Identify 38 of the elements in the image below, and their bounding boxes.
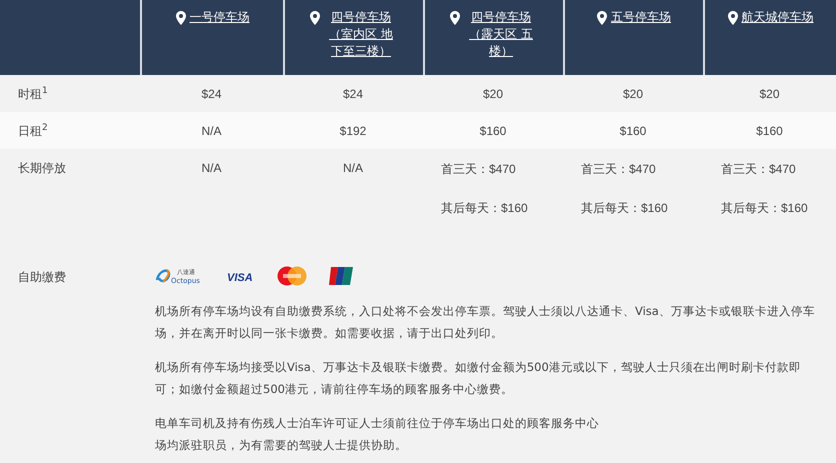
location-pin-icon [728,11,738,25]
price-text: N/A [342,161,363,175]
location-pin-icon [597,11,607,25]
row-label: 时租$^{1}$ [17,85,49,103]
unionpay-logo [329,266,353,286]
info-paragraph: 机场所有停车场均接受以Visa、万事达卡及银联卡缴费。如缴付金额为500港元或以下，驾驶人士只须在出闸时刷卡付款即可；如缴付金额超过500港元，请前往停车场的顾客服务中心缴费。 [155,359,802,398]
car-park-link[interactable]: 四号停车场（室内区 地下至三楼） [324,9,398,60]
car-park-link[interactable]: 一号停车场 [190,9,250,26]
price-text: 其后每天：$160 [721,200,808,217]
price-text: $160 [620,124,646,138]
price-text: $160 [756,124,783,138]
price-text: 其后每天：$160 [581,200,668,217]
row-label: 长期停放 [17,160,67,177]
price-text: $160 [480,124,506,138]
car-park-link[interactable]: 航天城停车场 [742,9,814,26]
price-text: 首三天：$470 [441,161,516,178]
location-pin-icon [176,11,186,25]
info-paragraph: 机场所有停车场均设有自助缴费系统，入口处将不会发出停车票。驾驶人士须以八达通卡、Visa、万事达卡或银联卡进入停车场，并在离开时以同一张卡缴费。如需要收据，请于出口处列印。 [155,303,815,342]
car-park-link[interactable]: 四号停车场（露天区 五楼） [464,9,538,60]
price-text: $192 [340,124,366,138]
location-pin-icon [450,11,460,25]
price-text: N/A [201,161,222,175]
mastercard-logo [277,266,307,286]
price-text: $20 [622,87,644,101]
price-text: $24 [342,87,364,101]
price-text: 其后每天：$160 [441,200,528,217]
info-paragraph: 电单车司机及持有伤残人士泊车许可证人士须前往位于停车场出口处的顾客服务中心 场均派驻职员，为有需要的驾驶人士提供协助。 [155,415,600,454]
row-label: 自助缴费 [17,269,67,286]
price-text: N/A [201,124,222,138]
price-text: 首三天：$470 [581,161,656,178]
visa-logo: VISA [227,270,255,282]
price-text: $24 [201,87,222,101]
row-label: 日租$^{2}$ [17,122,49,140]
car-park-link[interactable]: 五号停车场 [611,9,671,26]
price-text: $20 [759,87,780,101]
location-pin-icon [310,11,320,25]
price-text: 首三天：$470 [721,161,796,178]
price-text: $20 [482,87,504,101]
